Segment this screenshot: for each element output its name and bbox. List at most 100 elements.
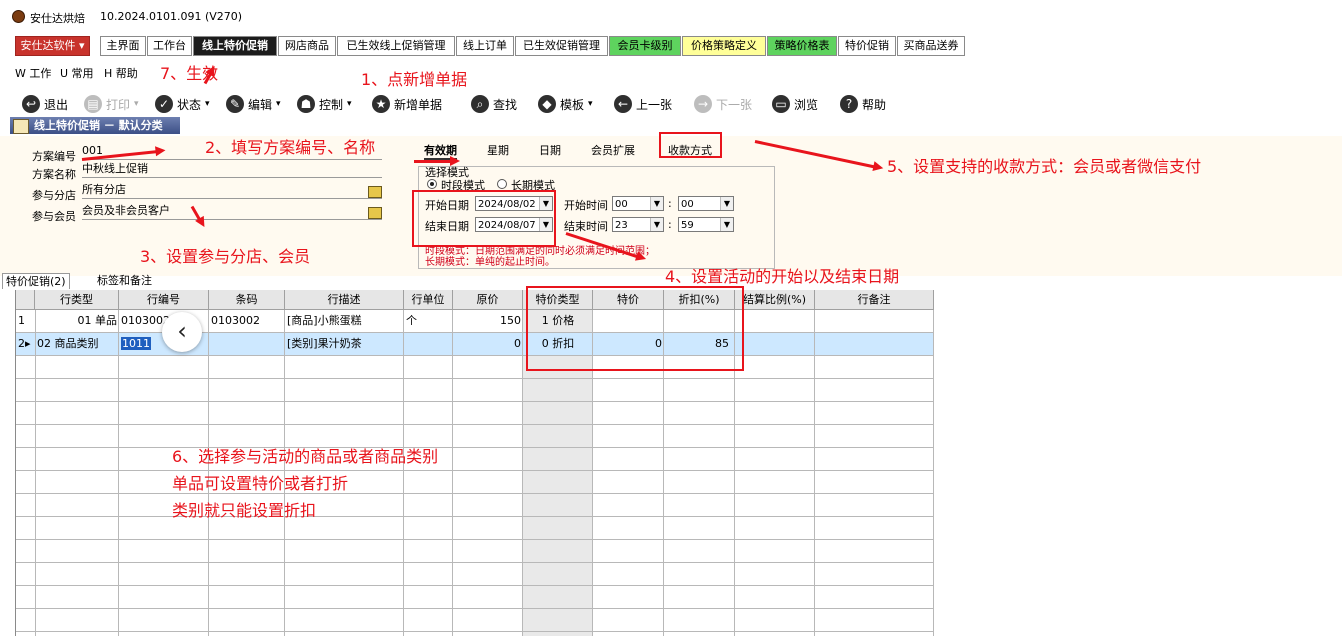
- grid-header[interactable]: 行类型: [35, 290, 119, 310]
- window-version: 10.2024.0101.091 (V270): [100, 10, 243, 23]
- menu-common[interactable]: U 常用: [60, 65, 94, 81]
- tab-buy-get-coupon[interactable]: 买商品送券: [897, 36, 965, 56]
- tab-active-online-promo-mgmt[interactable]: 已生效线上促销管理: [337, 36, 455, 56]
- grid-header[interactable]: 原价: [453, 290, 523, 310]
- star-icon: ★: [372, 95, 390, 113]
- next-button[interactable]: → 下一张: [694, 92, 752, 116]
- cell-original-price[interactable]: 0: [453, 333, 523, 356]
- tab-tags-notes[interactable]: 标签和备注: [94, 273, 155, 288]
- grid-header[interactable]: 行描述: [285, 290, 404, 310]
- member-picker-icon[interactable]: [368, 207, 382, 219]
- grid-line: [16, 631, 934, 632]
- chevron-left-icon: ‹: [177, 317, 187, 345]
- tab-weekday[interactable]: 星期: [487, 142, 509, 158]
- tab-special-promo[interactable]: 特价促销: [838, 36, 896, 56]
- annotation-arrow: [414, 156, 460, 166]
- tab-date[interactable]: 日期: [539, 142, 561, 158]
- dropdown-arrow-icon: ▾: [276, 99, 281, 109]
- new-document-button[interactable]: ★ 新增单据: [372, 92, 442, 116]
- end-hour-select[interactable]: 23 ▼: [612, 217, 664, 232]
- branch-field[interactable]: 所有分店: [82, 183, 382, 199]
- control-button[interactable]: ☗ 控制 ▾: [297, 92, 352, 116]
- tab-workbench[interactable]: 工作台: [147, 36, 192, 56]
- grid-line: [118, 310, 119, 636]
- tab-home[interactable]: 主界面: [100, 36, 146, 56]
- grid-line: [16, 470, 934, 471]
- cell-line-code-selected-text: 1011: [121, 337, 151, 350]
- menu-work[interactable]: W 工作: [15, 65, 51, 81]
- cell-line-type[interactable]: 01 单品: [35, 310, 119, 333]
- cell-original-price[interactable]: 150: [453, 310, 523, 333]
- row-number: 2▸: [18, 337, 31, 350]
- cell-barcode[interactable]: 0103002: [209, 310, 285, 333]
- cell-unit[interactable]: [404, 333, 453, 356]
- tab-member-card-level[interactable]: 会员卡级别: [609, 36, 681, 56]
- template-button[interactable]: ◆ 模板 ▾: [538, 92, 593, 116]
- grid-header[interactable]: 行单位: [404, 290, 453, 310]
- cell-line-type[interactable]: 02 商品类别: [35, 333, 119, 356]
- annotation-step-6-line3: 类别就只能设置折扣: [172, 501, 317, 520]
- tab-active-promo-mgmt[interactable]: 已生效促销管理: [515, 36, 608, 56]
- end-minute-select[interactable]: 59 ▼: [678, 217, 734, 232]
- grid-line: [522, 310, 523, 636]
- branch-picker-icon[interactable]: [368, 186, 382, 198]
- exit-button[interactable]: ↩ 退出: [22, 92, 68, 116]
- exit-icon: ↩: [22, 95, 40, 113]
- template-icon: ◆: [538, 95, 556, 113]
- grid-header[interactable]: 行备注: [815, 290, 934, 310]
- window-title: 安仕达烘焙: [30, 12, 85, 25]
- tab-online-store-goods[interactable]: 网店商品: [278, 36, 336, 56]
- chevron-down-icon: ▼: [650, 218, 663, 231]
- document-icon: [13, 119, 29, 134]
- start-minute-select[interactable]: 00 ▼: [678, 196, 734, 211]
- title-bar: 安仕达烘焙 10.2024.0101.091 (V270): [0, 0, 1342, 30]
- tab-brand-menu[interactable]: 安仕达软件 ▾: [15, 36, 90, 56]
- tab-price-strategy-define[interactable]: 价格策略定义: [682, 36, 766, 56]
- arrow-left-icon: ←: [614, 95, 632, 113]
- plan-name-field[interactable]: 中秋线上促销: [82, 162, 382, 178]
- grid-header[interactable]: 行编号: [119, 290, 209, 310]
- chevron-down-icon: ▼: [720, 197, 733, 210]
- radio-time-mode[interactable]: [427, 179, 437, 189]
- users-icon: ☗: [297, 95, 315, 113]
- time-colon: :: [668, 218, 672, 231]
- grid-header-rownum: [16, 290, 35, 310]
- previous-button[interactable]: ← 上一张: [614, 92, 672, 116]
- radio-long-mode[interactable]: [497, 179, 507, 189]
- print-button[interactable]: ▤ 打印 ▾: [84, 92, 139, 116]
- cell-description[interactable]: [类别]果汁奶茶: [285, 333, 404, 356]
- cell-barcode[interactable]: [209, 333, 285, 356]
- help-button[interactable]: ? 帮助: [840, 92, 886, 116]
- printer-icon: ▤: [84, 95, 102, 113]
- start-hour-select[interactable]: 00 ▼: [612, 196, 664, 211]
- member-label: 参与会员: [32, 210, 76, 223]
- browse-button[interactable]: ▭ 浏览: [772, 92, 818, 116]
- annotation-step-2: 2、填写方案编号、名称: [205, 138, 376, 157]
- module-header: 线上特价促销 － 默认分类: [10, 117, 180, 134]
- grid-line: [16, 378, 934, 379]
- chevron-down-icon: ▼: [650, 197, 663, 210]
- tab-special-promo-lines[interactable]: 特价促销(2): [2, 273, 70, 289]
- cell-unit[interactable]: 个: [404, 310, 453, 333]
- dropdown-arrow-icon: ▾: [347, 99, 352, 109]
- grid-header[interactable]: 结算比例(%): [735, 290, 815, 310]
- tab-online-orders[interactable]: 线上订单: [456, 36, 514, 56]
- member-field[interactable]: 会员及非会员客户: [82, 204, 382, 220]
- back-chevron-button[interactable]: ‹: [162, 312, 202, 352]
- annotation-box-payment-tab: [659, 132, 722, 158]
- tab-online-special-promo[interactable]: 线上特价促销: [193, 36, 277, 56]
- status-button[interactable]: ✓ 状态 ▾: [155, 92, 210, 116]
- dropdown-arrow-icon: ▾: [588, 99, 593, 109]
- grid-header[interactable]: 条码: [209, 290, 285, 310]
- menu-help[interactable]: H 帮助: [104, 65, 138, 81]
- tab-member-extension[interactable]: 会员扩展: [591, 142, 635, 158]
- grid-line: [16, 562, 934, 563]
- tab-strategy-price-table[interactable]: 策略价格表: [767, 36, 837, 56]
- edit-button[interactable]: ✎ 编辑 ▾: [226, 92, 281, 116]
- dropdown-arrow-icon: ▾: [205, 99, 210, 109]
- find-button[interactable]: ⌕ 查找: [471, 92, 517, 116]
- plan-no-label: 方案编号: [32, 150, 76, 163]
- annotation-step-4: 4、设置活动的开始以及结束日期: [665, 267, 900, 286]
- chevron-down-icon: ▼: [720, 218, 733, 231]
- cell-description[interactable]: [商品]小熊蛋糕: [285, 310, 404, 333]
